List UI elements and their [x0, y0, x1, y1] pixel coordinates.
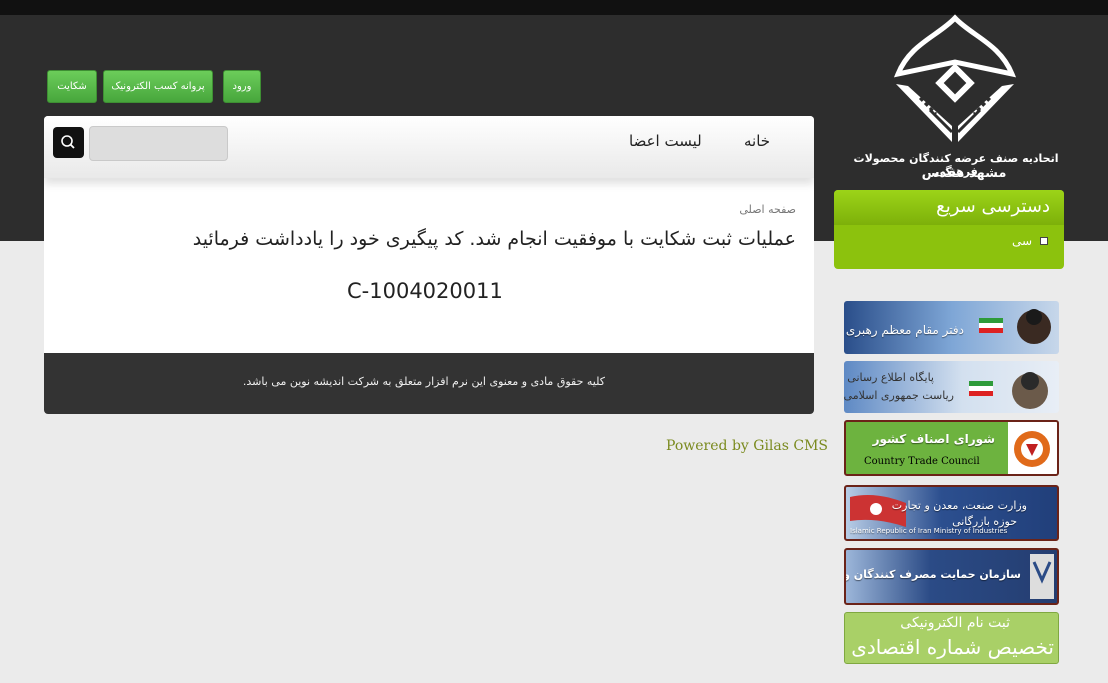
- banner-economic-line2: تخصیص شماره اقتصادی: [851, 635, 1054, 659]
- banner-leader-office-text: دفتر مقام معظم رهبری: [845, 323, 964, 337]
- search-icon: [61, 135, 75, 149]
- banner-consumer-protection[interactable]: سازمان حمایت مصرف کنندگان و تولیدکنندگان: [844, 548, 1059, 605]
- navbar: خانه لیست اعضا: [44, 116, 814, 178]
- banner-presidency-line1: پایگاه اطلاع رسانی: [847, 371, 934, 384]
- tracking-code: C-1004020011: [347, 279, 503, 303]
- footer-bar: کلیه حقوق مادی و معنوی این نرم افزار متع…: [44, 353, 814, 414]
- electronic-license-button[interactable]: پروانه کسب الکترونیک: [103, 70, 213, 103]
- banner-economic-number[interactable]: ثبت نام الکترونیکی تخصیص شماره اقتصادی: [844, 612, 1059, 664]
- banner-economic-line1: ثبت نام الکترونیکی: [900, 615, 1010, 631]
- banner-trade-council-en: Country Trade Council: [864, 456, 980, 467]
- nav-members-list[interactable]: لیست اعضا: [629, 132, 702, 150]
- top-strip: [0, 0, 1108, 15]
- search-input[interactable]: [89, 126, 228, 161]
- nav-home[interactable]: خانه: [744, 132, 770, 150]
- banner-leader-office[interactable]: دفتر مقام معظم رهبری: [844, 301, 1059, 354]
- banner-consumer-text: سازمان حمایت مصرف کنندگان و تولیدکنندگان: [846, 568, 1021, 581]
- quick-access-box: دسترسی سریع سی: [834, 190, 1064, 269]
- copyright-text: کلیه حقوق مادی و معنوی این نرم افزار متع…: [242, 375, 605, 388]
- union-logo[interactable]: [890, 14, 1020, 154]
- main-panel: خانه لیست اعضا صفحه اصلی عملیات ثبت شکای…: [44, 116, 814, 414]
- complaint-button[interactable]: شکایت: [47, 70, 97, 103]
- powered-by-link[interactable]: Powered by Gilas CMS: [666, 438, 828, 454]
- quick-access-title: دسترسی سریع: [834, 190, 1064, 225]
- banner-ministry-industry[interactable]: وزارت صنعت، معدن و تجارت حوزه بازرگانی I…: [844, 485, 1059, 541]
- success-message: عملیات ثبت شکایت با موفقیت انجام شد. کد …: [192, 228, 796, 250]
- flag-icon: [969, 372, 1048, 409]
- quick-access-item-label: سی: [1011, 234, 1032, 248]
- banner-presidency-line2: ریاست جمهوری اسلامی ایران: [844, 389, 954, 402]
- banner-ministry-en: Islamic Republic of Iran Ministry of Ind…: [850, 527, 1008, 535]
- banner-trade-council[interactable]: شورای اصناف کشور Country Trade Council: [844, 420, 1059, 476]
- login-button[interactable]: ورود: [223, 70, 261, 103]
- banner-ministry-line1: وزارت صنعت، معدن و تجارت: [891, 499, 1027, 512]
- org-city: مشهد مقدس: [921, 166, 1007, 181]
- bullet-icon: [1040, 237, 1048, 245]
- breadcrumb[interactable]: صفحه اصلی: [739, 203, 796, 216]
- quick-access-item[interactable]: سی: [834, 234, 1048, 248]
- banner-presidency[interactable]: پایگاه اطلاع رسانی ریاست جمهوری اسلامی ا…: [844, 361, 1059, 413]
- search-button[interactable]: [53, 127, 84, 158]
- banner-trade-council-fa: شورای اصناف کشور: [872, 432, 995, 446]
